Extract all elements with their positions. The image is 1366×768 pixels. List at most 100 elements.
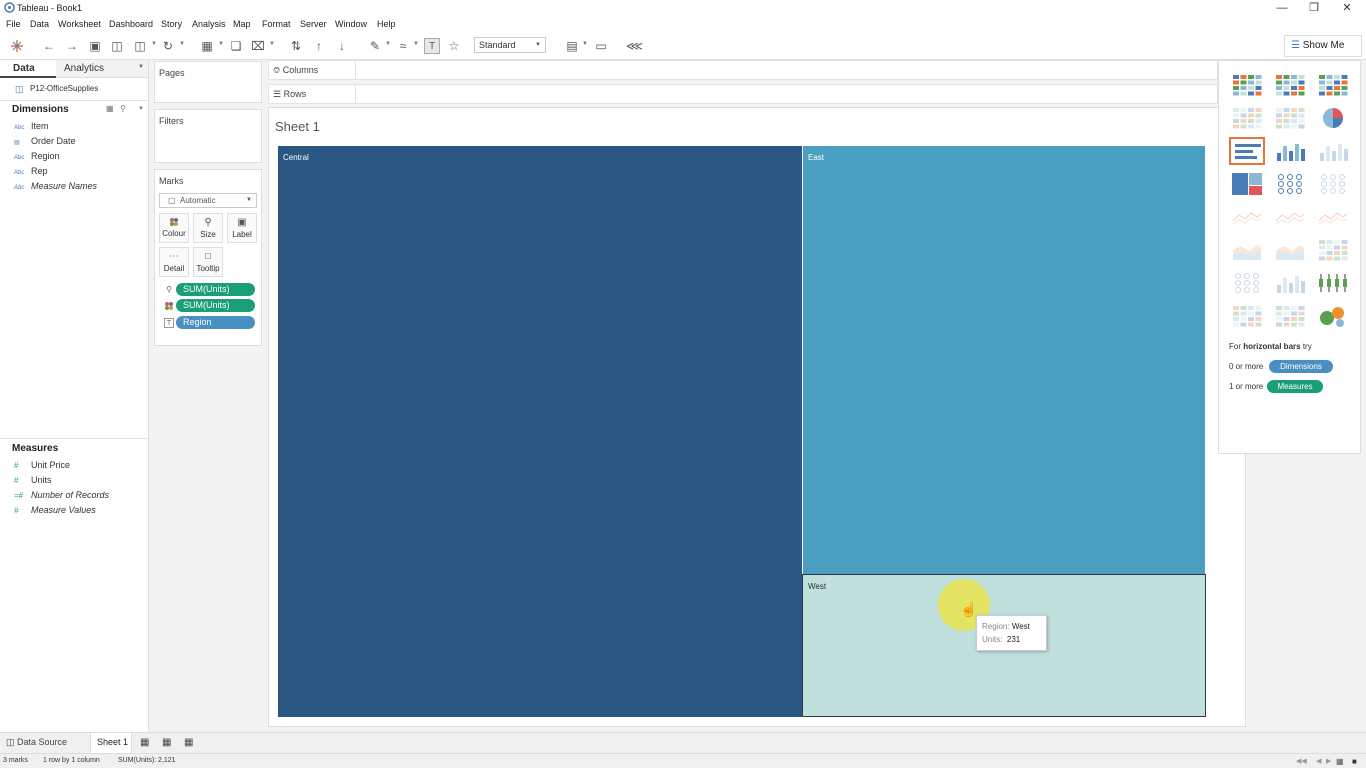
chart-type-treemap-icon[interactable] (1229, 170, 1265, 198)
new-worksheet-tab-icon[interactable]: ▦ (140, 737, 149, 748)
sort-ascending-icon[interactable]: ↑ (311, 38, 327, 54)
pause-dropdown-icon[interactable]: ▼ (151, 41, 157, 47)
nav-next-icon[interactable]: ▶ (1326, 757, 1331, 765)
chart-type-gantt-chart-icon[interactable] (1229, 302, 1265, 330)
menu-window[interactable]: Window (335, 19, 367, 29)
size-button[interactable]: ⚲ Size (193, 213, 223, 243)
chart-type-area-continuous-icon[interactable] (1229, 236, 1265, 264)
colour-pill[interactable]: SUM(Units) (176, 299, 255, 312)
menu-story[interactable]: Story (161, 19, 182, 29)
fix-axes-icon[interactable]: ☆ (446, 38, 462, 54)
chart-type-lines-discrete-icon[interactable] (1272, 203, 1308, 231)
menu-map[interactable]: Map (233, 19, 251, 29)
chart-type-scatter-plot-icon[interactable] (1229, 269, 1265, 297)
columns-dropzone[interactable] (355, 61, 1217, 79)
highlight-dropdown-icon[interactable]: ▼ (385, 41, 391, 47)
field-region[interactable]: Abc Region (14, 151, 60, 161)
datasource-name[interactable]: P12-OfficeSupplies (30, 84, 98, 93)
new-story-tab-icon[interactable]: ▦ (184, 737, 193, 748)
columns-shelf[interactable]: ⎊ Columns (268, 60, 1218, 80)
chart-type-box-and-whisker-icon[interactable] (1315, 269, 1351, 297)
field-measure-names[interactable]: Abc Measure Names (14, 181, 97, 191)
maximize-button[interactable]: ❐ (1299, 0, 1329, 16)
group-icon[interactable]: ≈ (395, 38, 411, 54)
clear-dropdown-icon[interactable]: ▼ (269, 41, 275, 47)
view-toggle-icon[interactable]: ▦ (106, 104, 114, 113)
field-rep[interactable]: Abc Rep (14, 166, 48, 176)
menu-data[interactable]: Data (30, 19, 49, 29)
pane-menu-icon[interactable]: ▼ (138, 64, 144, 70)
chart-type-histogram-icon[interactable] (1272, 269, 1308, 297)
new-datasource-icon[interactable]: ◫ (109, 38, 125, 54)
dimensions-menu-icon[interactable]: ▼ (138, 106, 144, 112)
clear-sheet-icon[interactable]: ⌧ (250, 38, 266, 54)
chart-type-area-discrete-icon[interactable] (1272, 236, 1308, 264)
tableau-logo-icon[interactable] (9, 38, 25, 54)
chart-type-dual-combination-icon[interactable] (1315, 236, 1351, 264)
mark-type-select[interactable]: ▢ Automatic ▼ (159, 193, 257, 208)
close-button[interactable]: ✕ (1332, 0, 1362, 16)
tile-view-icon[interactable]: ■ (1352, 757, 1357, 766)
new-dashboard-tab-icon[interactable]: ▦ (162, 737, 171, 748)
colour-button[interactable]: Colour (159, 213, 189, 243)
field-order-date[interactable]: ▤ Order Date (14, 136, 76, 146)
chart-type-pie-chart-icon[interactable] (1315, 104, 1351, 132)
fit-icon[interactable]: ▤ (564, 38, 580, 54)
duplicate-sheet-icon[interactable]: ❏ (228, 38, 244, 54)
menu-help[interactable]: Help (377, 19, 396, 29)
filters-card[interactable]: Filters (154, 109, 262, 163)
chart-type-side-by-side-circles-icon[interactable] (1315, 170, 1351, 198)
pages-card[interactable]: Pages (154, 61, 262, 103)
chart-type-text-table-icon[interactable] (1229, 71, 1265, 99)
menu-format[interactable]: Format (262, 19, 291, 29)
field-units[interactable]: # Units (14, 475, 52, 485)
chart-type-lines-continuous-icon[interactable] (1229, 203, 1265, 231)
detail-button[interactable]: ⋯ Detail (159, 247, 189, 277)
field-measure-values[interactable]: # Measure Values (14, 505, 96, 515)
new-worksheet-icon[interactable]: ▦ (199, 38, 215, 54)
chart-type-highlight-table-icon[interactable] (1315, 71, 1351, 99)
refresh-dropdown-icon[interactable]: ▼ (179, 41, 185, 47)
fit-dropdown-icon[interactable]: ▼ (582, 41, 588, 47)
presentation-icon[interactable]: ▭ (593, 38, 609, 54)
menu-dashboard[interactable]: Dashboard (109, 19, 153, 29)
swap-icon[interactable]: ⇅ (288, 38, 304, 54)
menu-analysis[interactable]: Analysis (192, 19, 226, 29)
nav-first-icon[interactable]: ◀◀ (1296, 757, 1307, 765)
save-icon[interactable]: ▣ (87, 38, 103, 54)
tooltip-button[interactable]: □ Tooltip (193, 247, 223, 277)
refresh-icon[interactable]: ↻ (160, 38, 176, 54)
chart-type-side-by-side-bars-icon[interactable] (1315, 137, 1351, 165)
search-icon[interactable]: ⚲ (120, 104, 126, 113)
chart-type-packed-bubbles-icon[interactable] (1315, 302, 1351, 330)
field-unit-price[interactable]: # Unit Price (14, 460, 70, 470)
chart-type-symbol-map-icon[interactable] (1229, 104, 1265, 132)
tab-data-source[interactable]: ◫ Data Source (6, 737, 67, 748)
pause-updates-icon[interactable]: ◫ (132, 38, 148, 54)
treemap-tile-central[interactable]: Central (278, 146, 802, 717)
menu-server[interactable]: Server (300, 19, 327, 29)
rows-dropzone[interactable] (355, 85, 1217, 103)
label-pill[interactable]: Region (176, 316, 255, 329)
chart-type-circle-views-icon[interactable] (1272, 170, 1308, 198)
rows-shelf[interactable]: ☰ Rows (268, 84, 1218, 104)
minimize-button[interactable]: — (1267, 0, 1297, 16)
fit-select[interactable]: Standard ▼ (474, 37, 546, 53)
nav-prev-icon[interactable]: ◀ (1316, 757, 1321, 765)
sort-descending-icon[interactable]: ↓ (334, 38, 350, 54)
highlight-icon[interactable]: ✎ (367, 38, 383, 54)
field-number-of-records[interactable]: =# Number of Records (14, 490, 109, 500)
treemap-tile-east[interactable]: East (802, 146, 1205, 574)
grid-view-icon[interactable]: ▦ (1336, 757, 1344, 766)
label-button[interactable]: ▣ Label (227, 213, 257, 243)
new-sheet-dropdown-icon[interactable]: ▼ (218, 41, 224, 47)
tab-analytics[interactable]: Analytics ▼ (56, 60, 148, 78)
menu-worksheet[interactable]: Worksheet (58, 19, 101, 29)
field-item[interactable]: Abc Item (14, 121, 49, 131)
chart-type-heat-map-icon[interactable] (1272, 71, 1308, 99)
chart-type-bullet-graph-icon[interactable] (1272, 302, 1308, 330)
share-icon[interactable]: ⋘ (626, 38, 643, 54)
tab-data[interactable]: Data (0, 60, 56, 78)
group-dropdown-icon[interactable]: ▼ (413, 41, 419, 47)
chart-type-stacked-bars-icon[interactable] (1272, 137, 1308, 165)
